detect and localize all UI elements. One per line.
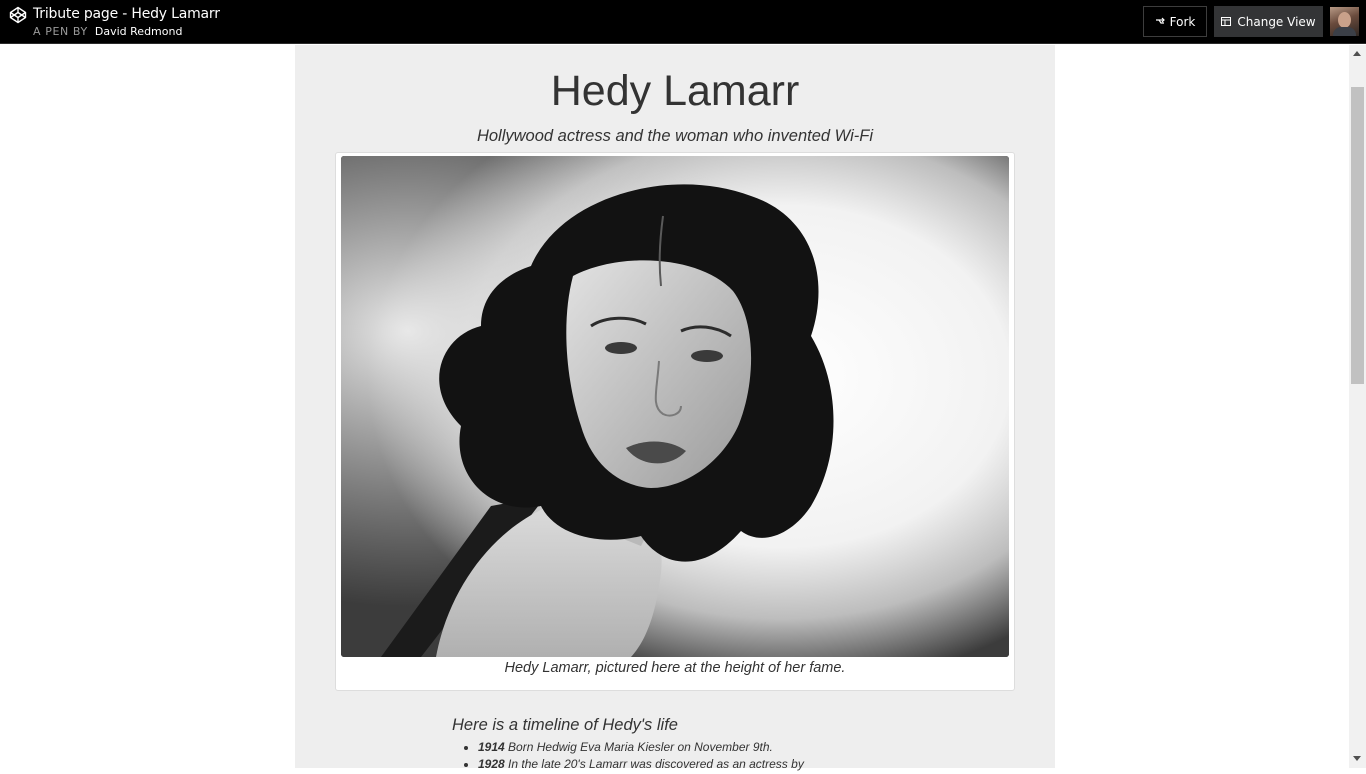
tribute-main: Hedy Lamarr Hollywood actress and the wo…	[295, 45, 1055, 771]
timeline-text: In the late 20's Lamarr was discovered a…	[508, 757, 804, 771]
list-item: 1914 Born Hedwig Eva Maria Kiesler on No…	[478, 740, 804, 754]
scroll-up-arrow-icon[interactable]	[1353, 51, 1361, 56]
timeline-year: 1914	[478, 740, 505, 754]
layout-icon	[1221, 17, 1232, 26]
timeline-heading: Here is a timeline of Hedy's life	[452, 716, 678, 734]
codepen-logo-icon[interactable]	[9, 6, 27, 24]
timeline-text: Born Hedwig Eva Maria Kiesler on Novembe…	[508, 740, 773, 754]
image-thumbnail: Hedy Lamarr, pictured here at the height…	[335, 152, 1015, 691]
portrait-image	[341, 156, 1009, 657]
author-link[interactable]: David Redmond	[95, 25, 183, 38]
scrollbar-thumb[interactable]	[1351, 87, 1364, 384]
image-caption: Hedy Lamarr, pictured here at the height…	[504, 660, 846, 676]
scroll-down-arrow-icon[interactable]	[1353, 756, 1361, 761]
pen-title: Tribute page - Hedy Lamarr	[33, 6, 220, 22]
fork-icon	[1155, 17, 1165, 24]
timeline-list: 1914 Born Hedwig Eva Maria Kiesler on No…	[478, 740, 804, 774]
list-item: 1928 In the late 20's Lamarr was discove…	[478, 757, 804, 771]
user-avatar[interactable]	[1330, 7, 1359, 36]
page-title: Hedy Lamarr	[550, 67, 800, 115]
change-view-label: Change View	[1237, 14, 1316, 29]
avatar-shoulders	[1333, 27, 1356, 36]
avatar-face	[1338, 12, 1351, 28]
timeline-year: 1928	[478, 757, 505, 771]
pen-byline: A PEN BY David Redmond	[33, 25, 182, 38]
pen-by-label: A PEN BY	[33, 25, 88, 38]
fork-label: Fork	[1169, 14, 1196, 29]
page-subtitle: Hollywood actress and the woman who inve…	[476, 127, 874, 145]
fork-button[interactable]: Fork	[1143, 6, 1207, 37]
change-view-button[interactable]: Change View	[1214, 6, 1323, 37]
vertical-scrollbar[interactable]	[1349, 45, 1366, 768]
codepen-header: Tribute page - Hedy Lamarr A PEN BY Davi…	[0, 0, 1366, 44]
